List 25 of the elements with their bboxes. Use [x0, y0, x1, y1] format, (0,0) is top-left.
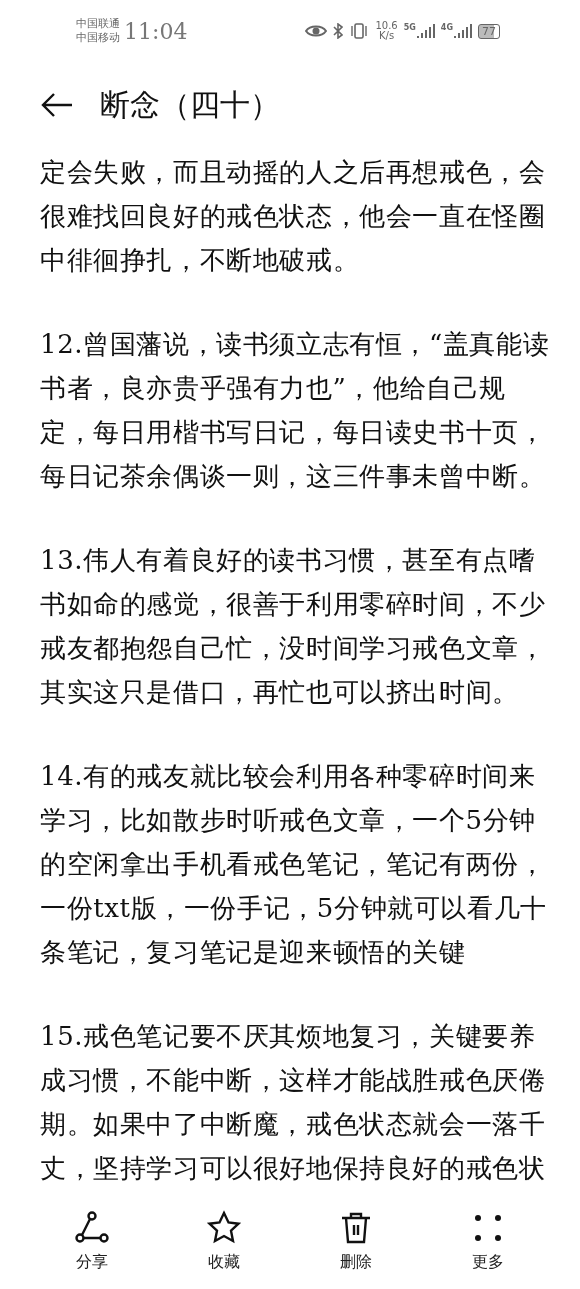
eye-icon — [305, 24, 328, 38]
note-paragraph: 13.伟人有着良好的读书习惯，甚至有点嗜书如命的感觉，很善于利用零碎时间，不少戒友都抱怨自己忙，没时间学习戒色文章，其实这只是借口，再忙也可以挤出时间。 — [40, 544, 547, 709]
signal-icon — [416, 23, 435, 39]
network-speed: 10.6 — [375, 21, 398, 31]
network-type: 5G — [403, 23, 416, 32]
note-paragraph: 14.有的戒友就比较会利用各种零碎时间来学习，比如散步时听戒色文章，一个5分钟的空闲拿出手机看戒色笔记，笔记有两份，一份txt版，一份手记，5分钟就可以看几十条笔记，复习笔记是迎来顿悟的关键 — [40, 760, 548, 969]
star-button[interactable]: 收藏 — [184, 1210, 264, 1273]
note-title: 断念（四十） — [100, 85, 280, 124]
star-icon — [206, 1210, 242, 1246]
note-paragraph: 12.曾国藩说，读书须立志有恒，“盖真能读书者，良亦贵乎强有力也”，他给自己规定，每日用楷书写日记，每日读史书十页，每日记茶余偶谈一则，这三件事未曾中断。 — [40, 328, 551, 493]
network-type: 4G — [440, 23, 453, 32]
vibrate-icon — [349, 23, 370, 39]
note-paragraph: 15.戒色笔记要不厌其烦地复习，关键要养成习惯，不能中断，这样才能战胜戒色厌倦期。如果中了中断魔，戒色状态就会一落千丈，坚持学习可以很好地保持良好的戒色状 — [40, 1020, 547, 1185]
note-paragraph: 定会失败，而且动摇的人之后再想戒色，会很难找回良好的戒色状态，他会一直在怪圈中徘徊挣扎，不断地破戒。 — [40, 156, 547, 277]
signal-icon — [454, 23, 472, 39]
delete-button[interactable]: 删除 — [316, 1210, 396, 1273]
share-icon — [74, 1210, 110, 1246]
carrier-name: 中国移动 — [76, 31, 120, 45]
clock-time: 11:04 — [124, 18, 188, 44]
share-button[interactable]: 分享 — [52, 1210, 132, 1273]
carrier-name: 中国联通 — [76, 17, 120, 31]
bluetooth-icon — [333, 23, 344, 39]
back-arrow-icon[interactable] — [40, 92, 74, 118]
more-button[interactable]: 更多 — [448, 1210, 528, 1273]
network-speed: K/s — [379, 31, 395, 41]
